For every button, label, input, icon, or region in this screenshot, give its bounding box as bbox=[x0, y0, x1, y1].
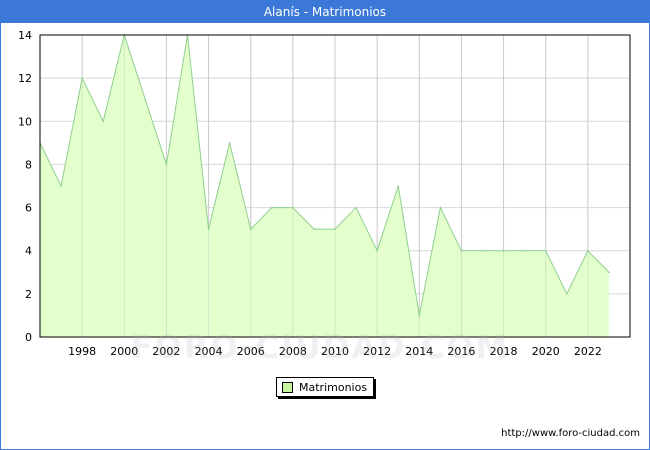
x-tick-label: 2006 bbox=[237, 345, 265, 358]
x-tick-label: 1998 bbox=[68, 345, 96, 358]
x-tick-label: 2022 bbox=[574, 345, 602, 358]
data-point bbox=[355, 206, 357, 209]
data-point bbox=[608, 271, 610, 274]
y-tick-label: 0 bbox=[25, 331, 32, 344]
data-point bbox=[544, 249, 547, 252]
x-tick-label: 2002 bbox=[152, 345, 180, 358]
data-point bbox=[376, 249, 378, 252]
x-tick-label: 2010 bbox=[321, 345, 349, 358]
y-tick-label: 6 bbox=[25, 202, 32, 215]
data-point bbox=[292, 206, 294, 209]
y-tick-label: 10 bbox=[18, 115, 32, 128]
data-point bbox=[270, 206, 273, 209]
y-tick-label: 2 bbox=[25, 288, 32, 301]
data-point bbox=[81, 77, 83, 79]
x-tick-label: 2014 bbox=[405, 345, 433, 358]
data-point bbox=[418, 314, 421, 317]
legend-swatch bbox=[282, 381, 293, 393]
data-point bbox=[249, 228, 252, 230]
data-point bbox=[460, 249, 463, 252]
y-tick-label: 14 bbox=[18, 29, 32, 42]
y-tick-label: 12 bbox=[18, 72, 32, 85]
data-point bbox=[587, 249, 589, 252]
data-point bbox=[207, 228, 210, 230]
source-url[interactable]: http://www.foro-ciudad.com bbox=[501, 428, 640, 439]
data-point bbox=[439, 206, 442, 209]
x-tick-label: 2004 bbox=[195, 345, 223, 358]
x-tick-label: 2020 bbox=[532, 345, 560, 358]
x-tick-label: 2008 bbox=[279, 345, 307, 358]
data-point bbox=[144, 98, 147, 101]
x-tick-label: 2012 bbox=[363, 345, 391, 358]
legend-label: Matrimonios bbox=[299, 380, 368, 394]
data-point bbox=[165, 163, 168, 166]
x-tick-label: 2000 bbox=[110, 345, 138, 358]
legend: Matrimonios bbox=[276, 377, 375, 397]
x-tick-label: 2018 bbox=[490, 345, 518, 358]
data-point bbox=[397, 185, 400, 187]
data-point bbox=[502, 249, 505, 252]
data-point bbox=[228, 142, 231, 144]
data-point bbox=[102, 120, 105, 123]
data-point bbox=[313, 228, 315, 230]
x-tick-label: 2016 bbox=[447, 345, 475, 358]
data-point bbox=[481, 249, 484, 252]
data-point bbox=[523, 249, 526, 252]
data-point bbox=[565, 293, 568, 295]
data-point bbox=[60, 185, 62, 187]
y-tick-label: 4 bbox=[25, 245, 32, 258]
data-point bbox=[334, 228, 336, 230]
y-tick-label: 8 bbox=[25, 158, 32, 171]
